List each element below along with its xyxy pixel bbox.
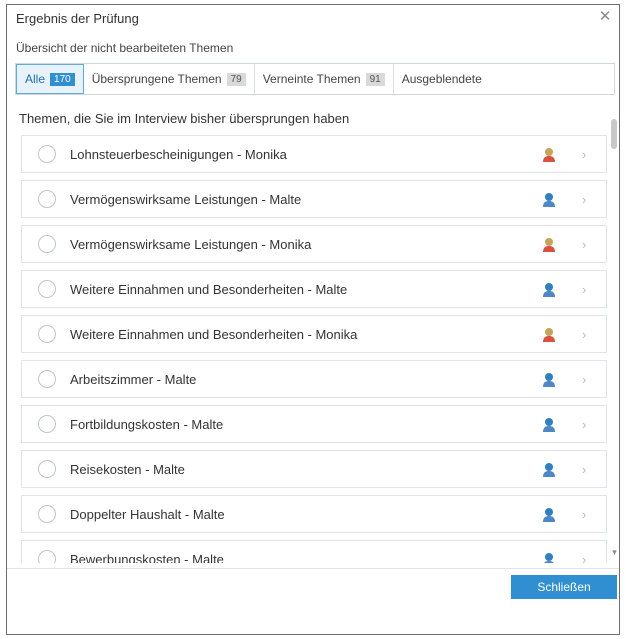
radio-icon[interactable]: [38, 190, 56, 208]
chevron-right-icon[interactable]: ›: [582, 372, 586, 387]
section-title: Themen, die Sie im Interview bisher über…: [19, 111, 350, 126]
chevron-right-icon[interactable]: ›: [582, 282, 586, 297]
list-item-label: Bewerbungskosten - Malte: [70, 551, 224, 564]
scroll-down-icon[interactable]: ▾: [610, 547, 619, 558]
count-badge: 91: [365, 72, 385, 86]
list-item-label: Lohnsteuerbescheinigungen - Monika: [70, 146, 287, 162]
count-badge: 170: [50, 72, 75, 86]
list-item[interactable]: Arbeitszimmer - Malte ›: [21, 360, 607, 398]
list-item[interactable]: Weitere Einnahmen und Besonderheiten - M…: [21, 315, 607, 353]
topic-list: Lohnsteuerbescheinigungen - Monika › Vermö…: [21, 135, 607, 563]
chevron-right-icon[interactable]: ›: [582, 237, 586, 252]
chevron-right-icon[interactable]: ›: [582, 327, 586, 342]
male-user-icon: [543, 373, 555, 387]
radio-icon[interactable]: [38, 370, 56, 388]
review-dialog: Ergebnis der Prüfung ✕ Übersicht der nic…: [6, 4, 620, 635]
list-item-label: Weitere Einnahmen und Besonderheiten - M…: [70, 326, 358, 342]
radio-icon[interactable]: [38, 550, 56, 563]
radio-icon[interactable]: [38, 505, 56, 523]
radio-icon[interactable]: [38, 415, 56, 433]
list-item[interactable]: Lohnsteuerbescheinigungen - Monika ›: [21, 135, 607, 173]
list-item[interactable]: Doppelter Haushalt - Malte ›: [21, 495, 607, 533]
list-item[interactable]: Weitere Einnahmen und Besonderheiten - M…: [21, 270, 607, 308]
list-item-label: Doppelter Haushalt - Malte: [70, 506, 225, 522]
dialog-title: Ergebnis der Prüfung: [16, 11, 139, 26]
male-user-icon: [544, 553, 554, 563]
chevron-right-icon[interactable]: ›: [582, 507, 586, 522]
list-scrollbar[interactable]: ▾: [610, 115, 619, 565]
count-badge: 79: [226, 72, 246, 86]
chevron-right-icon[interactable]: ›: [582, 462, 586, 477]
radio-icon[interactable]: [38, 325, 56, 343]
radio-icon[interactable]: [38, 460, 56, 478]
tab-ausgeblendete[interactable]: Ausgeblendete: [394, 64, 490, 94]
tab-label: Verneinte Themen: [262, 72, 361, 86]
title-bar: Ergebnis der Prüfung ✕: [7, 5, 619, 31]
list-item-label: Arbeitszimmer - Malte: [70, 371, 197, 387]
radio-icon[interactable]: [38, 145, 56, 163]
list-item-label: Weitere Einnahmen und Besonderheiten - M…: [70, 281, 348, 297]
male-user-icon: [543, 463, 555, 477]
tab-verneinte-themen[interactable]: Verneinte Themen 91: [255, 64, 394, 94]
subtitle: Übersicht der nicht bearbeiteten Themen: [16, 41, 234, 55]
scroll-thumb[interactable]: [611, 119, 617, 149]
tab-uebersprungene-themen[interactable]: Übersprungene Themen 79: [84, 64, 255, 94]
chevron-right-icon[interactable]: ›: [582, 417, 586, 432]
chevron-right-icon[interactable]: ›: [582, 552, 586, 564]
list-item[interactable]: Reisekosten - Malte ›: [21, 450, 607, 488]
male-user-icon: [543, 283, 555, 297]
list-item[interactable]: Bewerbungskosten - Malte ›: [21, 540, 607, 563]
radio-icon[interactable]: [38, 280, 56, 298]
list-item[interactable]: Vermögenswirksame Leistungen - Malte ›: [21, 180, 607, 218]
tab-label: Alle: [25, 72, 46, 86]
list-item-label: Fortbildungskosten - Malte: [70, 416, 224, 432]
list-item-label: Reisekosten - Malte: [70, 461, 185, 477]
female-user-icon: [543, 328, 555, 342]
footer-divider: [7, 568, 619, 569]
male-user-icon: [543, 193, 555, 207]
tab-alle[interactable]: Alle 170: [16, 64, 84, 94]
list-item[interactable]: Fortbildungskosten - Malte ›: [21, 405, 607, 443]
radio-icon[interactable]: [38, 235, 56, 253]
list-item[interactable]: Vermögenswirksame Leistungen - Monika ›: [21, 225, 607, 263]
male-user-icon: [543, 418, 555, 432]
close-button[interactable]: Schließen: [511, 575, 617, 599]
male-user-icon: [543, 508, 555, 522]
list-item-label: Vermögenswirksame Leistungen - Monika: [70, 236, 312, 252]
tab-label: Ausgeblendete: [401, 72, 482, 86]
female-user-icon: [543, 148, 555, 162]
close-icon[interactable]: ✕: [597, 9, 613, 25]
female-user-icon: [543, 238, 555, 252]
list-item-label: Vermögenswirksame Leistungen - Malte: [70, 191, 302, 207]
tab-label: Übersprungene Themen: [91, 72, 222, 86]
chevron-right-icon[interactable]: ›: [582, 147, 586, 162]
chevron-right-icon[interactable]: ›: [582, 192, 586, 207]
tab-bar: Alle 170 Übersprungene Themen 79 Vernein…: [15, 63, 615, 95]
